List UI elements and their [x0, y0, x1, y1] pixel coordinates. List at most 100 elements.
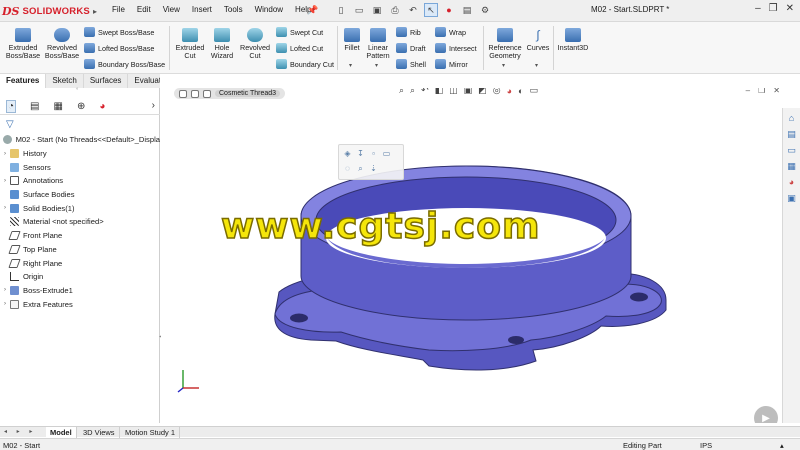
filter-icon[interactable]: ▽ [6, 119, 14, 130]
tree-item-sensors[interactable]: Sensors [0, 160, 160, 174]
edit-feature-icon[interactable]: ◈ [342, 148, 353, 159]
curves-button[interactable]: ∫ Curves [526, 28, 550, 52]
solidworks-logo[interactable]: DS SOLIDWORKS ▸ [2, 3, 98, 19]
expand-arrow-icon[interactable]: › [0, 287, 10, 293]
select-pointer-icon[interactable]: ↖ [424, 3, 438, 17]
dimxpert-tab-icon[interactable]: ⊕ [77, 101, 85, 112]
tree-item-surface-bodies[interactable]: Surface Bodies [0, 188, 160, 202]
edit-sketch-icon[interactable]: ↧ [355, 148, 366, 159]
undo-icon[interactable]: ↶ [406, 3, 420, 17]
feature-manager-tab-icon[interactable]: ◔ [6, 99, 17, 113]
panel-collapse-grip[interactable]: ° [76, 88, 78, 94]
open-folder-icon[interactable]: ▭ [352, 3, 366, 17]
tree-root[interactable]: M02 - Start (No Threads<<Default>_Displa [0, 133, 160, 147]
expand-arrow-icon[interactable]: › [0, 205, 10, 211]
menu-window[interactable]: Window [255, 5, 283, 14]
display-manager-tab-icon[interactable]: ◕ [99, 101, 105, 112]
tab-sketch[interactable]: Sketch [46, 74, 84, 88]
normal-to-icon[interactable]: ⇣ [368, 163, 379, 174]
new-document-icon[interactable]: ▯ [334, 3, 348, 17]
pin-menu-icon[interactable]: 📌 [307, 5, 318, 16]
file-explorer-icon[interactable]: ▭ [785, 144, 798, 157]
restore-icon[interactable]: ❐ [769, 3, 778, 14]
hole-wizard-button[interactable]: Hole Wizard [206, 28, 238, 60]
menu-file[interactable]: File [112, 5, 125, 14]
more-tabs-chevron-icon[interactable]: › [152, 100, 155, 111]
menu-view[interactable]: View [163, 5, 180, 14]
tree-item-material[interactable]: Material <not specified> [0, 215, 160, 229]
window-controls: – ❐ ✕ [755, 3, 794, 14]
expand-arrow-icon[interactable]: › [0, 151, 10, 157]
print-icon[interactable]: ⎙ [388, 3, 402, 17]
rebuild-icon[interactable]: ● [442, 3, 456, 17]
wrap-button[interactable]: Wrap [435, 27, 466, 37]
mirror-button[interactable]: Mirror [435, 59, 468, 69]
view-palette-icon[interactable]: ▦ [785, 160, 798, 173]
tree-item-extra-features[interactable]: › Extra Features [0, 297, 160, 311]
tree-item-front-plane[interactable]: Front Plane [0, 229, 160, 243]
design-library-icon[interactable]: ▤ [785, 128, 798, 141]
tab-3d-views[interactable]: 3D Views [79, 427, 120, 438]
tab-scroll-arrows-icon[interactable]: ◂ ▸ ▸ [4, 428, 36, 435]
configuration-manager-tab-icon[interactable]: ▦ [54, 101, 63, 112]
lofted-cut-button[interactable]: Lofted Cut [276, 43, 323, 53]
boundary-boss-button[interactable]: Boundary Boss/Base [84, 59, 165, 69]
tab-motion-study[interactable]: Motion Study 1 [121, 427, 181, 438]
reference-geometry-button[interactable]: Reference Geometry [486, 28, 524, 60]
swept-boss-button[interactable]: Swept Boss/Base [84, 27, 154, 37]
minimize-icon[interactable]: – [755, 3, 761, 14]
menu-tools[interactable]: Tools [224, 5, 243, 14]
tree-item-boss-extrude1[interactable]: › Boss-Extrude1 [0, 284, 160, 298]
tree-item-right-plane[interactable]: Right Plane [0, 256, 160, 270]
expand-arrow-icon[interactable]: › [0, 301, 10, 307]
reference-dropdown-icon[interactable]: ▾ [502, 62, 505, 69]
save-icon[interactable]: ▣ [370, 3, 384, 17]
intersect-button[interactable]: Intersect [435, 43, 477, 53]
menu-insert[interactable]: Insert [192, 5, 212, 14]
lofted-boss-button[interactable]: Lofted Boss/Base [84, 43, 154, 53]
linear-pattern-button[interactable]: Linear Pattern [364, 28, 392, 60]
tree-item-annotations[interactable]: › Annotations [0, 174, 160, 188]
rib-button[interactable]: Rib [396, 27, 421, 37]
draft-button[interactable]: Draft [396, 43, 426, 53]
hide-icon[interactable]: ◌ [342, 163, 353, 174]
tree-item-history[interactable]: › History [0, 147, 160, 161]
expand-arrow-icon[interactable]: › [0, 178, 10, 184]
swept-cut-button[interactable]: Swept Cut [276, 27, 323, 37]
graphics-area[interactable]: Cosmetic Thread3 ⌕ ⌕ ↶ ◧ ◫ ▣ ◩ ◎ ◕ ◐ ▭ –… [161, 88, 782, 423]
tab-features[interactable]: Features [0, 74, 47, 88]
rollback-icon[interactable]: ▭ [381, 148, 392, 159]
custom-properties-icon[interactable]: ▣ [785, 192, 798, 205]
appearances-icon[interactable]: ◕ [785, 176, 798, 189]
fillet-dropdown-icon[interactable]: ▾ [349, 62, 352, 69]
revolved-cut-button[interactable]: Revolved Cut [238, 28, 272, 60]
part-model[interactable] [161, 88, 782, 423]
curves-dropdown-icon[interactable]: ▾ [535, 62, 538, 69]
status-units[interactable]: IPS [700, 441, 712, 450]
fillet-button[interactable]: Fillet [340, 28, 364, 52]
instant3d-button[interactable]: Instant3D [556, 28, 590, 52]
solidworks-resources-icon[interactable]: ⌂ [785, 112, 798, 125]
tree-item-top-plane[interactable]: Top Plane [0, 243, 160, 257]
plane-icon [8, 231, 21, 241]
file-properties-icon[interactable]: ▤ [460, 3, 474, 17]
zoom-to-selection-icon[interactable]: ⌕ [355, 163, 366, 174]
close-icon[interactable]: ✕ [786, 3, 794, 14]
options-gear-icon[interactable]: ⚙ [478, 3, 492, 17]
solid-bodies-icon [10, 203, 19, 213]
pattern-dropdown-icon[interactable]: ▾ [375, 62, 378, 69]
shell-button[interactable]: Shell [396, 59, 426, 69]
suppress-icon[interactable]: ▫ [368, 148, 379, 159]
play-icon[interactable]: ▶ [754, 406, 778, 423]
status-options-icon[interactable]: ▴ [780, 441, 784, 450]
revolved-boss-button[interactable]: Revolved Boss/Base [44, 28, 80, 60]
tab-model[interactable]: Model [46, 427, 77, 438]
extruded-cut-button[interactable]: Extruded Cut [174, 28, 206, 60]
tree-item-solid-bodies[interactable]: › Solid Bodies(1) [0, 201, 160, 215]
property-manager-tab-icon[interactable]: ▤ [30, 101, 39, 112]
menu-edit[interactable]: Edit [137, 5, 151, 14]
tab-surfaces[interactable]: Surfaces [84, 74, 129, 88]
extruded-boss-button[interactable]: Extruded Boss/Base [4, 28, 42, 60]
boundary-cut-button[interactable]: Boundary Cut [276, 59, 334, 69]
tree-item-origin[interactable]: Origin [0, 270, 160, 284]
